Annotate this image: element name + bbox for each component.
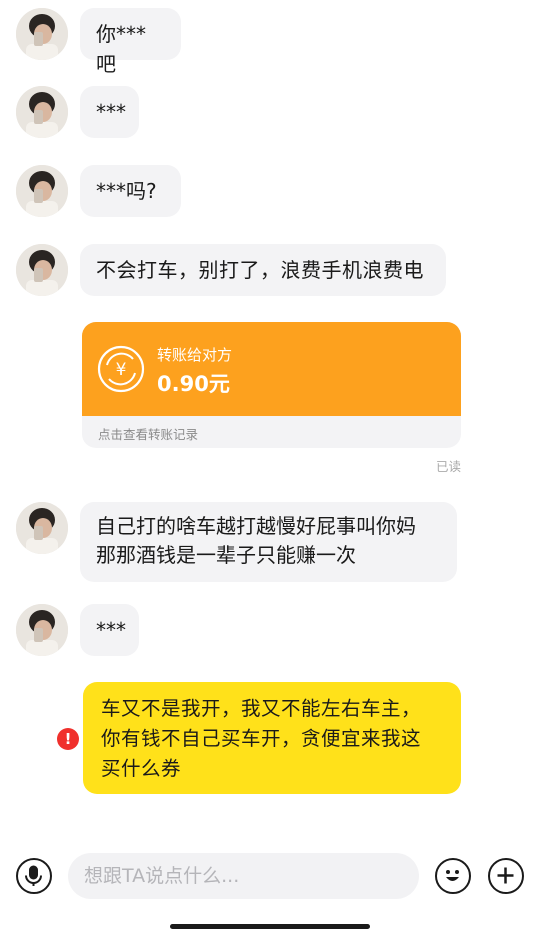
avatar[interactable] [16, 502, 68, 554]
transfer-amount: 0.90元 [157, 372, 230, 396]
read-status: 已读 [435, 459, 461, 474]
emoji-icon[interactable] [435, 858, 471, 894]
microphone-icon[interactable] [16, 858, 52, 894]
transfer-card[interactable]: ¥ 转账给对方 0.90元 点击查看转账记录 [82, 322, 461, 448]
avatar[interactable] [16, 86, 68, 138]
message-bubble[interactable]: ***吗? [80, 165, 181, 217]
message-bubble[interactable]: 自己打的啥车越打越慢好屁事叫你妈 那那酒钱是一辈子只能赚一次 [80, 502, 457, 582]
transfer-footer: 点击查看转账记录 [98, 427, 199, 442]
message-bubble[interactable]: 不会打车，别打了，浪费手机浪费电 [80, 244, 446, 296]
transfer-card-header: ¥ 转账给对方 0.90元 [82, 322, 461, 416]
message-input[interactable] [68, 853, 419, 899]
chat-screen: 你***吧 *** ***吗? 不会打车，别打了，浪费手机浪费电 ¥ 转账给对方… [0, 0, 540, 937]
transfer-label: 转账给对方 [157, 346, 233, 364]
message-bubble[interactable]: 你***吧 [80, 8, 181, 76]
avatar[interactable] [16, 244, 68, 296]
send-failed-icon[interactable]: ! [57, 728, 79, 750]
plus-icon[interactable] [488, 858, 524, 894]
message-bubble[interactable]: *** [80, 604, 139, 656]
avatar[interactable] [16, 165, 68, 217]
home-indicator[interactable] [170, 924, 370, 929]
svg-text:¥: ¥ [116, 360, 127, 380]
message-bubble[interactable]: *** [80, 86, 139, 138]
transfer-coin-icon: ¥ [97, 345, 145, 393]
my-message-bubble[interactable]: 车又不是我开，我又不能左右车主， 你有钱不自己买车开，贪便宜来我这 买什么券 [83, 682, 461, 794]
avatar[interactable] [16, 8, 68, 60]
avatar[interactable] [16, 604, 68, 656]
